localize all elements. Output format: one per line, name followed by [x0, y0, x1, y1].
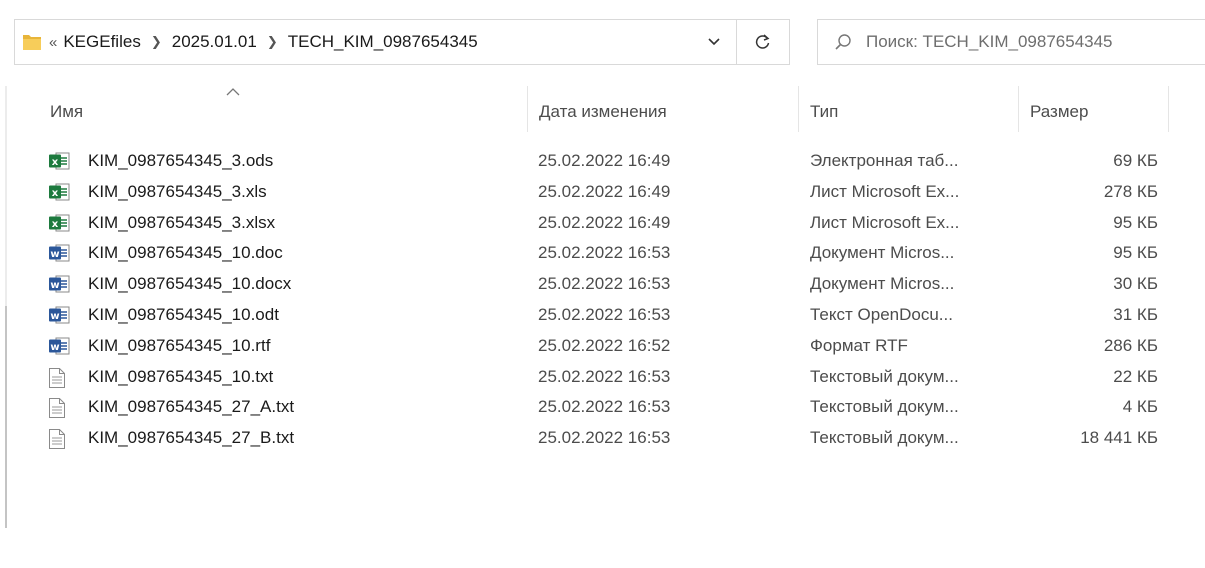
file-size: 30 КБ [1113, 274, 1158, 294]
column-header-type[interactable]: Тип [810, 97, 838, 127]
file-name: KIM_0987654345_27_A.txt [88, 397, 295, 417]
breadcrumb-chevron-icon[interactable]: ❯ [151, 34, 162, 50]
file-row[interactable]: KIM_0987654345_10.txt 25.02.2022 16:53 Тек… [48, 362, 1168, 392]
file-date-modified: 25.02.2022 16:49 [538, 181, 671, 201]
txt-file-icon [48, 397, 70, 419]
column-divider[interactable] [798, 86, 799, 132]
file-size: 286 КБ [1103, 335, 1158, 355]
breadcrumb-chevron-icon[interactable]: ❯ [267, 34, 278, 50]
file-type: Текстовый докум... [810, 366, 959, 386]
svg-text:w: w [50, 249, 59, 260]
file-type: Текст OpenDocu... [810, 305, 953, 324]
svg-text:w: w [50, 342, 59, 353]
file-type: Лист Microsoft Ex... [810, 212, 960, 232]
column-header-name[interactable]: Имя [50, 97, 83, 127]
column-divider[interactable] [1018, 86, 1019, 132]
file-size: 31 КБ [1113, 305, 1158, 324]
navigation-pane-scrollbar[interactable] [5, 86, 7, 528]
ods-spreadsheet-icon: x [48, 151, 70, 171]
file-date-modified: 25.02.2022 16:49 [538, 212, 671, 232]
file-name: KIM_0987654345_3.xlsx [88, 212, 276, 232]
file-size: 95 КБ [1113, 212, 1158, 232]
svg-text:x: x [52, 157, 59, 168]
file-type: Лист Microsoft Ex... [810, 181, 960, 201]
scrollbar-thumb[interactable] [5, 306, 7, 528]
file-size: 18 441 КБ [1080, 428, 1158, 448]
file-row[interactable]: x KIM_0987654345_3.xlsx 25.02.2022 16:49 Ли… [48, 208, 1168, 238]
file-date-modified: 25.02.2022 16:53 [538, 243, 671, 263]
file-size: 69 КБ [1113, 151, 1158, 170]
txt-file-icon [48, 367, 70, 388]
file-type: Документ Micros... [810, 243, 955, 263]
file-name: KIM_0987654345_10.rtf [88, 335, 271, 355]
doc-document-icon: w [48, 243, 70, 263]
file-size: 95 КБ [1113, 243, 1158, 263]
folder-icon [15, 32, 49, 52]
file-row[interactable]: w KIM_0987654345_10.rtf 25.02.2022 16:52 Фо… [48, 331, 1168, 361]
file-size: 22 КБ [1113, 366, 1158, 386]
rtf-document-icon: w [48, 336, 70, 356]
column-divider[interactable] [527, 86, 528, 132]
refresh-icon [755, 34, 770, 49]
file-date-modified: 25.02.2022 16:53 [538, 366, 671, 386]
file-type: Электронная таб... [810, 151, 959, 170]
search-input[interactable]: Поиск: TECH_KIM_0987654345 [817, 19, 1205, 65]
file-size: 278 КБ [1103, 181, 1158, 201]
file-date-modified: 25.02.2022 16:53 [538, 428, 671, 448]
file-name: KIM_0987654345_10.txt [88, 366, 274, 386]
breadcrumb: « KEGEfiles ❯ 2025.01.01 ❯ TECH_KIM_0987… [49, 32, 692, 52]
file-row[interactable]: w KIM_0987654345_10.doc 25.02.2022 16:53 До… [48, 238, 1168, 268]
file-date-modified: 25.02.2022 16:49 [538, 151, 671, 170]
file-size: 4 КБ [1122, 397, 1158, 417]
file-row[interactable]: w KIM_0987654345_10.odt 25.02.2022 16:53 Те… [48, 300, 1168, 330]
xlsx-spreadsheet-icon: x [48, 213, 70, 233]
file-row[interactable]: KIM_0987654345_27_A.txt 25.02.2022 16:53 Т… [48, 392, 1168, 422]
file-name: KIM_0987654345_10.docx [88, 274, 292, 294]
svg-text:w: w [50, 311, 59, 322]
txt-file-icon [48, 428, 70, 450]
file-name: KIM_0987654345_10.odt [88, 305, 279, 324]
address-history-dropdown[interactable] [692, 20, 736, 64]
file-row[interactable]: x KIM_0987654345_3.xls 25.02.2022 16:49 Лис… [48, 177, 1168, 207]
file-row[interactable]: w KIM_0987654345_10.docx 25.02.2022 16:53 Д… [48, 269, 1168, 299]
column-header-date[interactable]: Дата изменения [539, 97, 667, 127]
file-date-modified: 25.02.2022 16:52 [538, 335, 671, 355]
file-name: KIM_0987654345_10.doc [88, 243, 283, 263]
chevron-down-icon [708, 38, 720, 46]
breadcrumb-date-folder[interactable]: 2025.01.01 [172, 32, 257, 52]
svg-text:x: x [52, 219, 59, 230]
breadcrumb-kegefiles[interactable]: KEGEfiles [63, 32, 140, 52]
file-type: Текстовый докум... [810, 428, 959, 448]
search-icon [834, 33, 852, 51]
file-row[interactable]: KIM_0987654345_27_B.txt 25.02.2022 16:53 Т… [48, 423, 1168, 453]
file-type: Документ Micros... [810, 274, 955, 294]
xls-spreadsheet-icon: x [48, 182, 70, 202]
column-header-size[interactable]: Размер [1030, 97, 1088, 127]
file-name: KIM_0987654345_27_B.txt [88, 428, 295, 448]
file-date-modified: 25.02.2022 16:53 [538, 274, 671, 294]
file-name: KIM_0987654345_3.xls [88, 181, 267, 201]
column-divider[interactable] [1168, 86, 1169, 132]
file-row[interactable]: x KIM_0987654345_3.ods 25.02.2022 16:49 Эле… [48, 146, 1168, 176]
breadcrumb-overflow-button[interactable]: « [49, 34, 57, 51]
odt-document-icon: w [48, 305, 70, 325]
file-type: Формат RTF [810, 335, 908, 355]
breadcrumb-current-folder[interactable]: TECH_KIM_0987654345 [288, 32, 478, 52]
docx-document-icon: w [48, 274, 70, 294]
refresh-button[interactable] [736, 20, 789, 64]
file-date-modified: 25.02.2022 16:53 [538, 397, 671, 417]
svg-text:x: x [52, 188, 59, 199]
file-date-modified: 25.02.2022 16:53 [538, 305, 671, 324]
sort-ascending-icon [226, 83, 240, 101]
address-bar[interactable]: « KEGEfiles ❯ 2025.01.01 ❯ TECH_KIM_0987… [14, 19, 790, 65]
file-type: Текстовый докум... [810, 397, 959, 417]
file-name: KIM_0987654345_3.ods [88, 151, 274, 170]
search-placeholder: Поиск: TECH_KIM_0987654345 [866, 32, 1113, 51]
svg-text:w: w [50, 280, 59, 291]
